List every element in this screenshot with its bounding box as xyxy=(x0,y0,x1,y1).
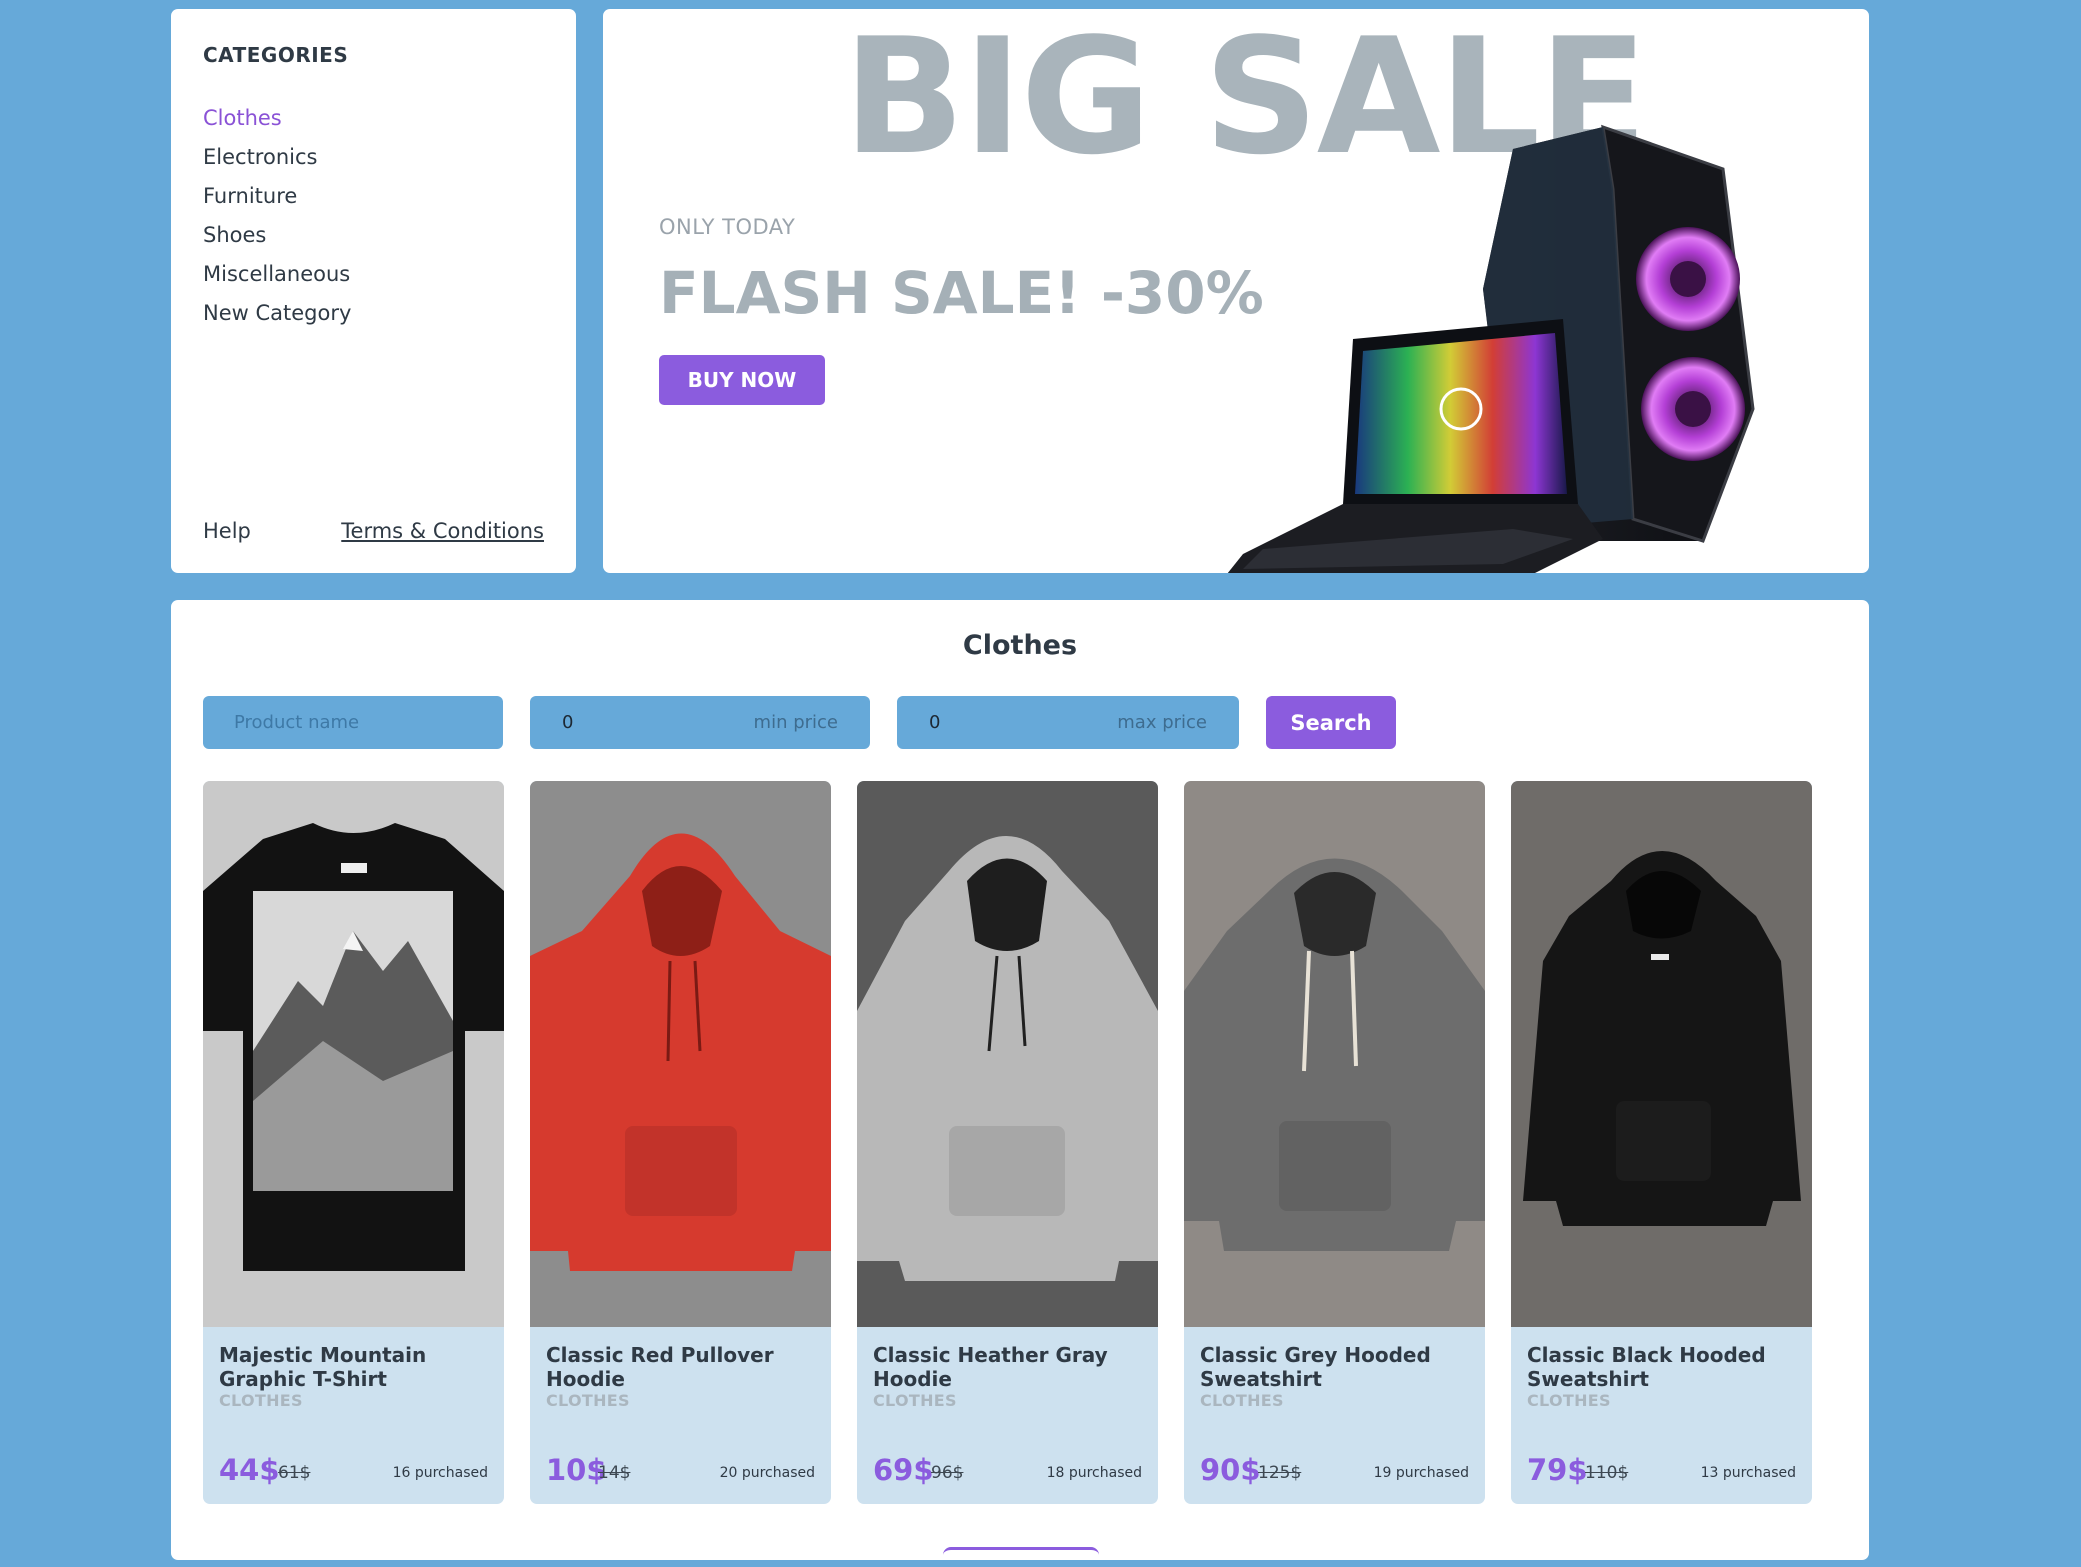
product-image-grey-sweatshirt xyxy=(1184,781,1485,1327)
search-button[interactable]: Search xyxy=(1266,696,1396,749)
help-link[interactable]: Help xyxy=(203,519,251,543)
banner-subtitle: ONLY TODAY xyxy=(659,215,796,239)
product-purchased-count: 18 purchased xyxy=(1046,1465,1142,1481)
product-card[interactable]: Classic Heather Gray Hoodie CLOTHES 69$ … xyxy=(857,781,1158,1504)
product-price: 79$ xyxy=(1527,1453,1588,1487)
buy-now-button[interactable]: BUY NOW xyxy=(659,355,825,405)
categories-sidebar: CATEGORIES Clothes Electronics Furniture… xyxy=(171,9,576,573)
see-more-button[interactable] xyxy=(943,1547,1099,1567)
max-price-field[interactable]: 0 max price xyxy=(897,696,1239,749)
category-item-miscellaneous[interactable]: Miscellaneous xyxy=(203,255,544,294)
product-image-red-hoodie xyxy=(530,781,831,1327)
products-section: Clothes 0 min price 0 max price Search M… xyxy=(171,600,1869,1560)
product-name: Majestic Mountain Graphic T-Shirt xyxy=(219,1343,427,1391)
min-price-label: min price xyxy=(753,712,838,733)
pc-and-laptop-image xyxy=(1227,124,1755,573)
category-item-furniture[interactable]: Furniture xyxy=(203,177,544,216)
product-category: CLOTHES xyxy=(219,1391,303,1410)
category-item-shoes[interactable]: Shoes xyxy=(203,216,544,255)
product-card[interactable]: Classic Red Pullover Hoodie CLOTHES 10$ … xyxy=(530,781,831,1504)
category-item-clothes[interactable]: Clothes xyxy=(203,99,544,138)
product-purchased-count: 16 purchased xyxy=(392,1465,488,1481)
product-old-price: 14$ xyxy=(598,1463,631,1483)
banner-offer: FLASH SALE! -30% xyxy=(659,259,1264,327)
product-name: Classic Heather Gray Hoodie xyxy=(873,1343,1108,1391)
product-card[interactable]: Majestic Mountain Graphic T-Shirt CLOTHE… xyxy=(203,781,504,1504)
max-price-value: 0 xyxy=(929,712,941,733)
product-card[interactable]: Classic Grey Hooded Sweatshirt CLOTHES 9… xyxy=(1184,781,1485,1504)
product-category: CLOTHES xyxy=(1200,1391,1284,1410)
category-list: Clothes Electronics Furniture Shoes Misc… xyxy=(203,99,544,333)
category-item-electronics[interactable]: Electronics xyxy=(203,138,544,177)
max-price-label: max price xyxy=(1117,712,1207,733)
terms-link[interactable]: Terms & Conditions xyxy=(341,519,544,543)
category-item-new-category[interactable]: New Category xyxy=(203,294,544,333)
product-old-price: 61$ xyxy=(278,1463,311,1483)
product-name-input[interactable] xyxy=(203,696,503,749)
product-price: 44$ xyxy=(219,1453,280,1487)
product-old-price: 125$ xyxy=(1258,1463,1302,1483)
product-price: 69$ xyxy=(873,1453,934,1487)
product-name: Classic Black Hooded Sweatshirt xyxy=(1527,1343,1766,1391)
sidebar-footer: Help Terms & Conditions xyxy=(203,519,544,543)
section-title: Clothes xyxy=(962,630,1078,661)
product-category: CLOTHES xyxy=(546,1391,630,1410)
promo-banner: BIG SALE ONLY TODAY FLASH SALE! -30% BUY… xyxy=(603,9,1869,573)
product-old-price: 96$ xyxy=(931,1463,964,1483)
product-name: Classic Red Pullover Hoodie xyxy=(546,1343,774,1391)
product-category: CLOTHES xyxy=(1527,1391,1611,1410)
product-category: CLOTHES xyxy=(873,1391,957,1410)
product-old-price: 110$ xyxy=(1585,1463,1629,1483)
product-purchased-count: 13 purchased xyxy=(1700,1465,1796,1481)
product-card[interactable]: Classic Black Hooded Sweatshirt CLOTHES … xyxy=(1511,781,1812,1504)
product-image-black-sweatshirt xyxy=(1511,781,1812,1327)
sidebar-title: CATEGORIES xyxy=(203,43,349,67)
min-price-value: 0 xyxy=(562,712,574,733)
product-purchased-count: 20 purchased xyxy=(719,1465,815,1481)
min-price-field[interactable]: 0 min price xyxy=(530,696,870,749)
product-image-tshirt xyxy=(203,781,504,1327)
product-image-gray-hoodie xyxy=(857,781,1158,1327)
product-purchased-count: 19 purchased xyxy=(1373,1465,1469,1481)
product-name: Classic Grey Hooded Sweatshirt xyxy=(1200,1343,1431,1391)
product-price: 90$ xyxy=(1200,1453,1261,1487)
